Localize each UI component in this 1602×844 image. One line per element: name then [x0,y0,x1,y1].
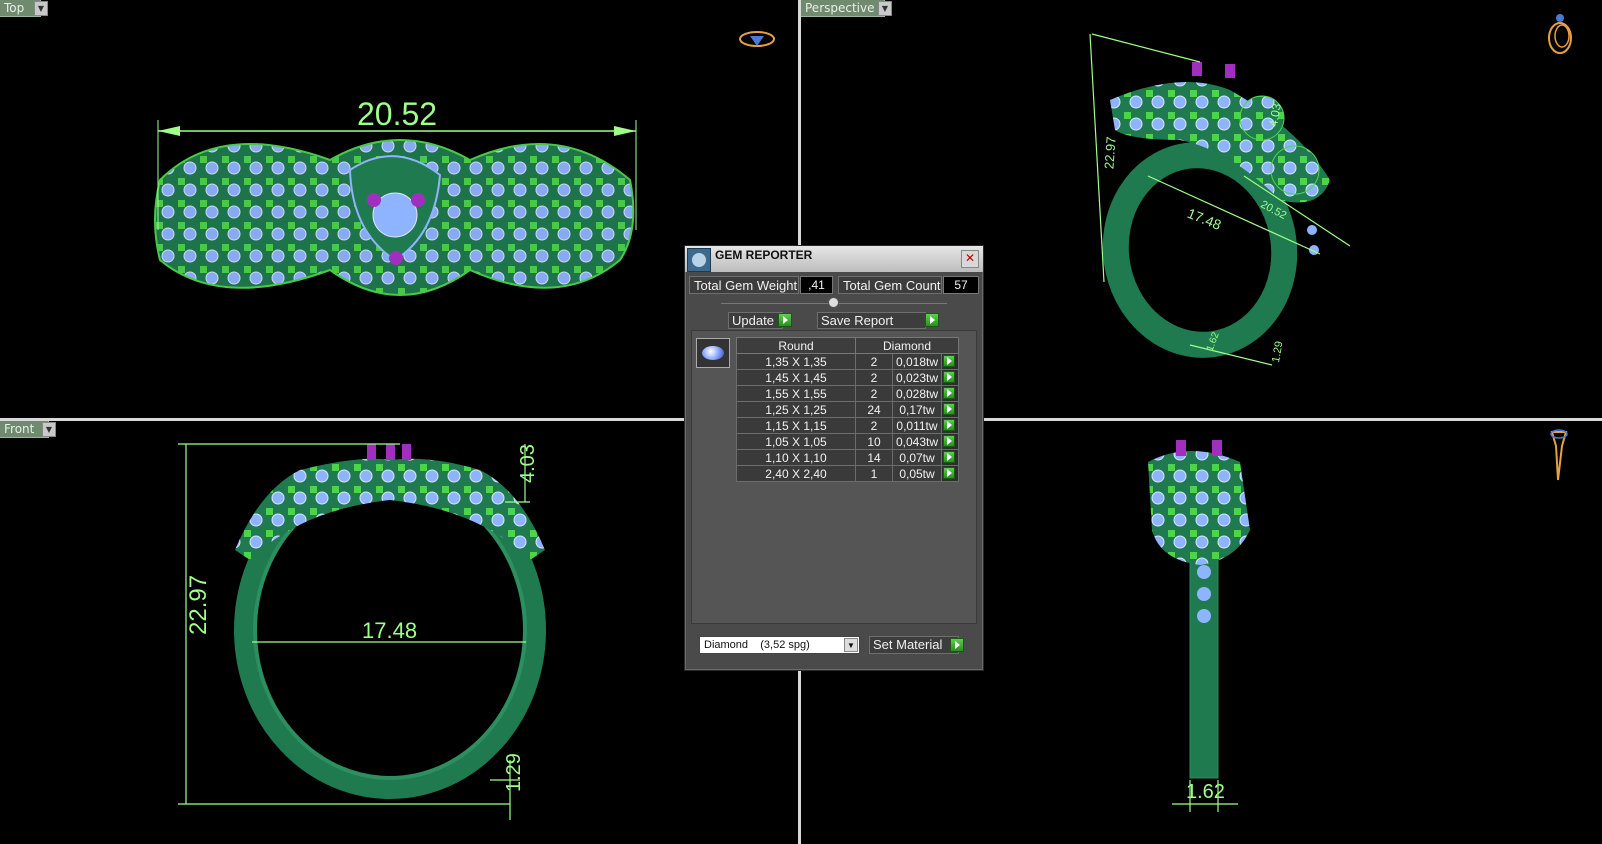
front-head-label: 4.03 [517,444,539,483]
row-select-button[interactable] [941,417,959,434]
gem-table-area: Round Diamond 1,35 X 1,35 2 0,018tw 1,45… [691,330,977,624]
side-base-label: 1.62 [1186,781,1225,803]
top-view-ring [154,139,635,296]
side-ring [1148,440,1250,779]
front-height-label: 22.97 [185,575,212,635]
set-material-button[interactable]: Set Material [869,636,959,654]
table-row[interactable]: 1,10 X 1,10 14 0,07tw [736,449,959,466]
row-count: 2 [855,385,893,402]
save-report-button[interactable]: Save Report [817,312,926,329]
persp-inner-label: 17.48 [1185,205,1224,233]
row-count: 10 [855,433,893,450]
persp-shank-label: 1.29 [1270,340,1286,363]
row-size: 1,45 X 1,45 [736,369,856,386]
row-weight: 0,023tw [892,369,942,386]
row-size: 1,25 X 1,25 [736,401,856,418]
front-inner-label: 17.48 [362,618,417,643]
row-weight: 0,05tw [892,465,942,482]
table-row[interactable]: 1,35 X 1,35 2 0,018tw [736,353,959,370]
row-count: 2 [855,369,893,386]
gem-reporter-titlebar[interactable]: GEM REPORTER ✕ [685,246,983,272]
top-view-cube-icon[interactable] [739,31,775,47]
row-size: 1,10 X 1,10 [736,449,856,466]
viewport-top-label-text: Top [4,1,25,15]
play-icon [943,355,955,367]
row-weight: 0,011tw [892,417,942,434]
gem-table: Round Diamond 1,35 X 1,35 2 0,018tw 1,45… [736,337,959,482]
material-select-value: Diamond (3,52 spg) [704,639,810,651]
save-report-go-icon[interactable] [925,313,939,327]
chevron-down-icon[interactable]: ▼ [878,1,892,16]
play-icon [943,467,955,479]
gem-reporter-panel: GEM REPORTER ✕ Total Gem Weight ,41 Tota… [684,245,984,671]
row-select-button[interactable] [941,449,959,466]
table-row[interactable]: 2,40 X 2,40 1 0,05tw [736,465,959,482]
table-row[interactable]: 1,55 X 1,55 2 0,028tw [736,385,959,402]
gem-reporter-logo-icon [687,248,711,272]
row-count: 14 [855,449,893,466]
row-weight: 0,028tw [892,385,942,402]
total-gem-weight-value: ,41 [800,276,833,294]
total-gem-weight-label: Total Gem Weight [689,276,799,294]
round-diamond-icon[interactable] [696,338,730,368]
viewport-perspective-label-text: Perspective [805,1,875,15]
gem-reporter-title: GEM REPORTER [715,248,813,262]
row-select-button[interactable] [941,353,959,370]
play-icon [943,435,955,447]
perspective-cube-icon[interactable] [1548,14,1572,54]
row-size: 2,40 X 2,40 [736,465,856,482]
front-ring [234,444,546,799]
collapse-toggle[interactable] [828,297,839,308]
perspective-ring [1102,62,1330,358]
row-size: 1,15 X 1,15 [736,417,856,434]
total-gem-count-label: Total Gem Count [838,276,942,294]
total-gem-count-value: 57 [943,276,979,294]
play-icon [943,371,955,383]
play-icon [943,387,955,399]
viewport-label-perspective[interactable]: Perspective ▼ [801,0,892,17]
material-select[interactable]: Diamond (3,52 spg) ▼ [699,636,860,654]
close-icon[interactable]: ✕ [961,250,979,268]
row-weight: 0,043tw [892,433,942,450]
persp-height-label: 22.97 [1101,136,1118,170]
play-icon [943,403,955,415]
table-row[interactable]: 1,45 X 1,45 2 0,023tw [736,369,959,386]
row-select-button[interactable] [941,385,959,402]
row-count: 2 [855,353,893,370]
table-row[interactable]: 1,05 X 1,05 10 0,043tw [736,433,959,450]
row-select-button[interactable] [941,369,959,386]
update-go-icon[interactable] [778,313,792,327]
row-count: 24 [855,401,893,418]
row-select-button[interactable] [941,433,959,450]
row-size: 1,35 X 1,35 [736,353,856,370]
viewport-front-label-text: Front [4,422,35,436]
table-row[interactable]: 1,25 X 1,25 24 0,17tw [736,401,959,418]
row-size: 1,55 X 1,55 [736,385,856,402]
chevron-down-icon[interactable]: ▼ [844,638,858,652]
row-weight: 0,018tw [892,353,942,370]
set-material-go-icon[interactable] [950,638,964,652]
play-icon [943,419,955,431]
front-shank-label: 1.29 [503,753,525,792]
row-size: 1,05 X 1,05 [736,433,856,450]
row-weight: 0,17tw [892,401,942,418]
column-header-shape: Round [736,337,856,354]
column-header-material: Diamond [855,337,959,354]
update-button[interactable]: Update [728,312,783,329]
top-width-label: 20.52 [357,96,437,132]
table-row[interactable]: 1,15 X 1,15 2 0,011tw [736,417,959,434]
viewport-label-front[interactable]: Front ▼ [0,421,56,438]
side-cube-icon[interactable] [1550,429,1568,481]
row-weight: 0,07tw [892,449,942,466]
row-count: 1 [855,465,893,482]
play-icon [943,451,955,463]
viewport-label-top[interactable]: Top ▼ [0,0,48,17]
chevron-down-icon[interactable]: ▼ [34,1,48,16]
row-select-button[interactable] [941,401,959,418]
chevron-down-icon[interactable]: ▼ [42,422,56,437]
row-select-button[interactable] [941,465,959,482]
row-count: 2 [855,417,893,434]
